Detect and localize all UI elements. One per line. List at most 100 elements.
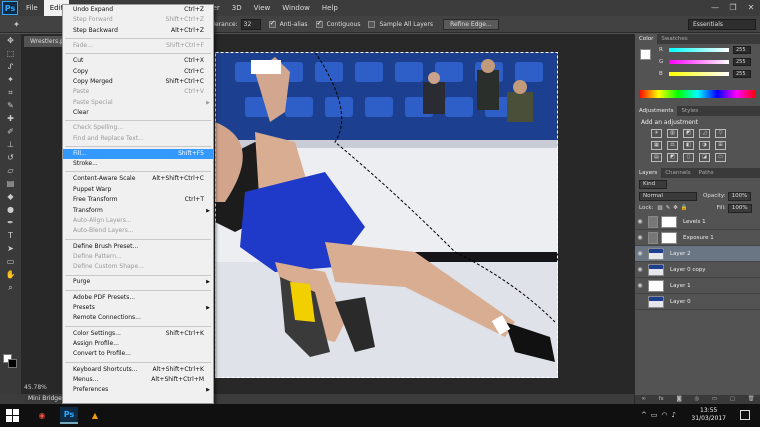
adjustment-icon[interactable]: ◩ (683, 129, 694, 138)
layers-footer-icon[interactable]: fx (659, 395, 664, 404)
system-tray-icons[interactable]: ^▭◠♪ (641, 411, 680, 419)
menu-item-define-custom-shape[interactable]: Define Custom Shape... (63, 262, 213, 272)
tolerance-input[interactable]: 32 (240, 18, 261, 30)
layers-footer-icon[interactable]: ▢ (730, 395, 735, 404)
menu-item-copy[interactable]: Copy Ctrl+C (63, 67, 213, 77)
menu-item-remote-connections[interactable]: Remote Connections... (63, 313, 213, 323)
menu-item-cut[interactable]: Cut Ctrl+X (63, 56, 213, 66)
green-slider[interactable]: G 255 (635, 56, 760, 68)
menu-item-color-settings[interactable]: Color Settings... Shift+Ctrl+K (63, 329, 213, 339)
red-value[interactable]: 255 (733, 46, 751, 54)
tab-layers[interactable]: Layers (635, 168, 662, 178)
layer-name[interactable]: Layer 1 (670, 283, 691, 289)
zoom-level[interactable]: 45.78% (24, 384, 47, 391)
layers-footer-icon[interactable]: 🗑 (748, 395, 755, 404)
vlc-taskbar-icon[interactable]: ▲ (86, 407, 104, 424)
menu-item-paste-special[interactable]: Paste Special ▶ (63, 98, 213, 108)
layer-name[interactable]: Layer 0 copy (670, 267, 705, 273)
menu-item-keyboard-shortcuts[interactable]: Keyboard Shortcuts... Alt+Shift+Ctrl+K (63, 365, 213, 375)
hand-tool-icon[interactable]: ✋ (0, 268, 21, 281)
layer-row[interactable]: ◉ Levels 1 (635, 214, 760, 230)
refine-edge-button[interactable]: Refine Edge... (443, 18, 499, 30)
stamp-tool-icon[interactable]: ⊥ (0, 138, 21, 151)
chrome-taskbar-icon[interactable]: ◉ (33, 407, 51, 424)
visibility-eye-icon[interactable]: ◉ (635, 282, 645, 289)
green-track[interactable] (669, 60, 729, 64)
menu-item-fade[interactable]: Fade... Shift+Ctrl+F (63, 41, 213, 51)
visibility-eye-icon[interactable]: ◉ (635, 250, 645, 257)
menu-item-presets[interactable]: Presets ▶ (63, 303, 213, 313)
menu-item-content-aware-scale[interactable]: Content-Aware Scale Alt+Shift+Ctrl+C (63, 174, 213, 184)
move-tool-icon[interactable]: ✥ (0, 34, 21, 47)
layer-row[interactable]: ◉ Layer 0 copy (635, 262, 760, 278)
visibility-eye-icon[interactable]: ◉ (635, 218, 645, 225)
zoom-tool-icon[interactable]: ⌕ (0, 281, 21, 294)
contiguous-checkbox[interactable] (315, 19, 323, 28)
adjustment-icon[interactable]: ◑ (699, 141, 710, 150)
menu-item-transform[interactable]: Transform ▶ (63, 206, 213, 216)
anti-alias-checkbox[interactable] (268, 19, 276, 28)
menu-file[interactable]: File (20, 0, 44, 16)
menu-item-paste[interactable]: Paste Ctrl+V (63, 87, 213, 97)
adjustment-icon[interactable]: ▥ (667, 129, 678, 138)
adjustment-icon[interactable]: ▤ (651, 153, 662, 162)
eyedropper-tool-icon[interactable]: ✎ (0, 99, 21, 112)
lock-icons[interactable]: ▨✎✥🔒 (657, 205, 690, 211)
crop-tool-icon[interactable]: ⌗ (0, 86, 21, 99)
menu-item-step-backward[interactable]: Step Backward Alt+Ctrl+Z (63, 26, 213, 36)
layer-mask-thumbnail[interactable] (661, 231, 677, 244)
sample-all-layers-checkbox[interactable] (368, 20, 376, 28)
layer-thumbnail[interactable] (648, 295, 664, 308)
red-track[interactable] (669, 48, 729, 52)
menu-item-step-forward[interactable]: Step Forward Shift+Ctrl+Z (63, 15, 213, 25)
menu-item-copy-merged[interactable]: Copy Merged Shift+Ctrl+C (63, 77, 213, 87)
menu-view[interactable]: View (248, 0, 277, 16)
eraser-tool-icon[interactable]: ▱ (0, 164, 21, 177)
layer-thumbnail[interactable] (648, 279, 664, 292)
menu-item-auto-align-layers[interactable]: Auto-Align Layers... (63, 216, 213, 226)
gradient-tool-icon[interactable]: ▤ (0, 177, 21, 190)
blue-value[interactable]: 255 (733, 70, 751, 78)
layer-row[interactable]: Layer 0 (635, 294, 760, 310)
photoshop-taskbar-icon[interactable]: Ps (60, 407, 78, 424)
adjustment-icon[interactable]: ▽ (715, 129, 726, 138)
layer-thumbnail[interactable] (648, 247, 664, 260)
adjustment-icon[interactable]: ◪ (699, 153, 710, 162)
visibility-eye-icon[interactable]: ◉ (635, 266, 645, 273)
blend-mode-select[interactable]: Normal (639, 191, 697, 201)
windows-start-icon[interactable] (6, 409, 19, 422)
layer-thumbnail[interactable] (648, 263, 664, 276)
minimize-button[interactable]: — (706, 0, 724, 16)
menu-item-menus[interactable]: Menus... Alt+Shift+Ctrl+M (63, 375, 213, 385)
menu-item-fill[interactable]: Fill... Shift+F5 (63, 148, 213, 160)
tab-adjustments[interactable]: Adjustments (635, 106, 678, 116)
tab-styles[interactable]: Styles (677, 106, 702, 116)
tab-color[interactable]: Color (635, 34, 658, 44)
red-slider[interactable]: R 255 (635, 44, 760, 56)
restore-button[interactable]: ❐ (724, 0, 742, 16)
menu-item-find-and-replace-text[interactable]: Find and Replace Text... (63, 134, 213, 144)
adjustment-icon[interactable]: ☀ (651, 129, 662, 138)
background-color-swatch[interactable] (8, 359, 17, 368)
menu-item-adobe-pdf-presets[interactable]: Adobe PDF Presets... (63, 293, 213, 303)
adjustment-icon[interactable]: ▭ (715, 153, 726, 162)
layer-kind-filter[interactable]: Kind (639, 179, 667, 189)
layer-name[interactable]: Levels 1 (683, 219, 706, 225)
layer-row[interactable]: ◉ Layer 2 (635, 246, 760, 262)
menu-item-assign-profile[interactable]: Assign Profile... (63, 339, 213, 349)
adjustment-icon[interactable]: ◧ (683, 141, 694, 150)
close-button[interactable]: ✕ (742, 0, 760, 16)
adjustment-icon[interactable]: ◩ (667, 153, 678, 162)
blue-track[interactable] (669, 72, 729, 76)
layers-footer-icon[interactable]: ▭ (712, 395, 717, 404)
mini-bridge-tab[interactable]: Mini Bridge (24, 394, 66, 403)
healing-tool-icon[interactable]: ✚ (0, 112, 21, 125)
tab-paths[interactable]: Paths (695, 168, 718, 178)
visibility-eye-icon[interactable]: ◉ (635, 234, 645, 241)
adjustment-icon[interactable]: ▯ (683, 153, 694, 162)
blur-tool-icon[interactable]: ◆ (0, 190, 21, 203)
tab-channels[interactable]: Channels (661, 168, 694, 178)
layer-mask-thumbnail[interactable] (661, 215, 677, 228)
layer-row[interactable]: ◉ Layer 1 (635, 278, 760, 294)
menu-window[interactable]: Window (276, 0, 316, 16)
